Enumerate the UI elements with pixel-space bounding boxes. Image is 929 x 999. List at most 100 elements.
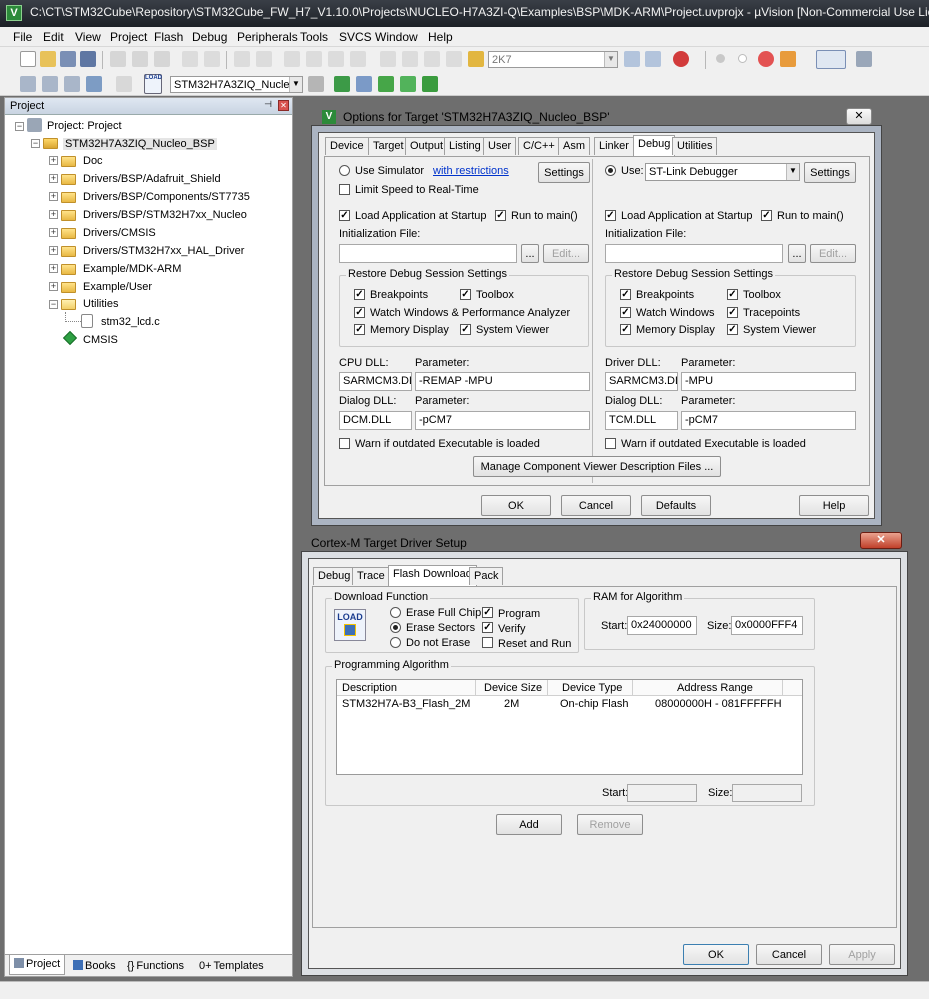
sim-dialog-dll-input[interactable]: DCM.DLL [339, 411, 412, 430]
driver-apply-button[interactable]: Apply [829, 944, 895, 965]
pack-installer-icon[interactable] [378, 76, 394, 92]
tree-group-hal[interactable]: Drivers/STM32H7xx_HAL_Driver [83, 245, 244, 257]
next-bookmark-icon[interactable] [328, 51, 344, 67]
collapse-icon[interactable]: − [49, 300, 58, 309]
manage-rte-icon[interactable] [422, 76, 438, 92]
hw-init-file-input[interactable] [605, 244, 783, 263]
sim-edit-button[interactable]: Edit... [543, 244, 589, 263]
tab-flash-download[interactable]: Flash Download [388, 565, 477, 586]
tab-utilities[interactable]: Utilities [672, 137, 718, 155]
expand-icon[interactable]: + [49, 282, 58, 291]
erase-sectors-radio[interactable] [390, 622, 401, 633]
menu-tools[interactable]: Tools [300, 30, 328, 44]
menu-debug[interactable]: Debug [192, 30, 227, 44]
load-icon[interactable]: LOAD [144, 74, 162, 94]
col-description[interactable]: Description [342, 682, 397, 694]
tree-group-st7735[interactable]: Drivers/BSP/Components/ST7735 [83, 191, 250, 203]
nav-back-icon[interactable] [234, 51, 250, 67]
collapse-root-icon[interactable]: − [15, 122, 24, 131]
debugger-select[interactable]: ST-Link Debugger ▼ [645, 163, 800, 181]
algo-size-input[interactable] [732, 784, 802, 802]
tree-group-nucleo[interactable]: Drivers/BSP/STM32H7xx_Nucleo [83, 209, 247, 221]
tab-cpp[interactable]: C/C++ [518, 137, 560, 155]
sim-init-file-input[interactable] [339, 244, 517, 263]
hw-watch-checkbox[interactable]: ✓ [620, 307, 631, 318]
tree-group-utilities[interactable]: Utilities [83, 298, 118, 310]
kill-breakpoints-icon[interactable] [758, 51, 774, 67]
stop-build-icon[interactable] [116, 76, 132, 92]
expand-icon[interactable]: + [49, 192, 58, 201]
col-device-type[interactable]: Device Type [562, 682, 622, 694]
cpu-dll-input[interactable]: SARMCM3.DLL [339, 372, 412, 391]
target-combo[interactable]: STM32H7A3ZIQ_Nucleo_B ▼ [170, 76, 303, 93]
copy-icon[interactable] [132, 51, 148, 67]
verify-checkbox[interactable]: ✓ [482, 622, 493, 633]
tree-group-user[interactable]: Example/User [83, 281, 152, 293]
tab-debug-driver[interactable]: Debug [313, 567, 356, 585]
close-icon[interactable]: ✕ [846, 108, 872, 125]
menu-project[interactable]: Project [110, 30, 147, 44]
file-extensions-icon[interactable] [356, 76, 372, 92]
save-icon[interactable] [60, 51, 76, 67]
tab-output[interactable]: Output [405, 137, 449, 155]
erase-full-chip-radio[interactable] [390, 607, 401, 618]
new-file-icon[interactable] [20, 51, 36, 67]
target-options-icon[interactable] [308, 76, 324, 92]
tab-device[interactable]: Device [325, 137, 369, 155]
window-layout-icon[interactable] [816, 50, 846, 69]
hw-run-main-checkbox[interactable]: ✓ [761, 210, 772, 221]
driver-param-input[interactable]: -MPU [681, 372, 856, 391]
col-device-size[interactable]: Device Size [484, 682, 542, 694]
find-combo[interactable]: 2K7 ▼ [488, 51, 618, 68]
indent-icon[interactable] [380, 51, 396, 67]
tree-target[interactable]: STM32H7A3ZIQ_Nucleo_BSP [63, 138, 217, 150]
save-all-icon[interactable] [80, 51, 96, 67]
tab-templates[interactable]: 0+ Templates [195, 957, 268, 975]
tree-file-stm32-lcd[interactable]: stm32_lcd.c [101, 316, 160, 328]
hw-toolbox-checkbox[interactable]: ✓ [727, 289, 738, 300]
col-address-range[interactable]: Address Range [677, 682, 753, 694]
menu-view[interactable]: View [75, 30, 101, 44]
tab-functions[interactable]: {} Functions [123, 957, 188, 975]
comment-icon[interactable] [424, 51, 440, 67]
nav-forward-icon[interactable] [256, 51, 272, 67]
driver-ok-button[interactable]: OK [683, 944, 749, 965]
hw-breakpoints-checkbox[interactable]: ✓ [620, 289, 631, 300]
translate-icon[interactable] [20, 76, 36, 92]
unindent-icon[interactable] [402, 51, 418, 67]
options-defaults-button[interactable]: Defaults [641, 495, 711, 516]
enable-breakpoint-icon[interactable] [738, 54, 747, 63]
rebuild-icon[interactable] [64, 76, 80, 92]
expand-icon[interactable]: + [49, 246, 58, 255]
tree-group-cmsis[interactable]: Drivers/CMSIS [83, 227, 156, 239]
sim-watch-checkbox[interactable]: ✓ [354, 307, 365, 318]
configure-icon[interactable] [856, 51, 872, 67]
manage-component-viewer-button[interactable]: Manage Component Viewer Description File… [473, 456, 721, 477]
expand-icon[interactable]: + [49, 264, 58, 273]
tab-linker[interactable]: Linker [594, 137, 634, 155]
hw-system-viewer-checkbox[interactable]: ✓ [727, 324, 738, 335]
debugger-settings-button[interactable]: Settings [804, 162, 856, 183]
sim-load-app-checkbox[interactable]: ✓ [339, 210, 350, 221]
build-icon[interactable] [42, 76, 58, 92]
add-button[interactable]: Add [496, 814, 562, 835]
ram-size-input[interactable]: 0x0000FFF4 [731, 616, 803, 635]
menu-window[interactable]: Window [375, 30, 418, 44]
expand-icon[interactable]: + [49, 210, 58, 219]
options-help-button[interactable]: Help [799, 495, 869, 516]
redo-icon[interactable] [204, 51, 220, 67]
menu-help[interactable]: Help [428, 30, 453, 44]
menu-svcs[interactable]: SVCS [339, 30, 372, 44]
program-checkbox[interactable]: ✓ [482, 607, 493, 618]
sim-system-viewer-checkbox[interactable]: ✓ [460, 324, 471, 335]
hw-browse-button[interactable]: ... [788, 244, 806, 263]
incremental-find-icon[interactable] [645, 51, 661, 67]
cpu-param-input[interactable]: -REMAP -MPU [415, 372, 590, 391]
find-icon[interactable] [624, 51, 640, 67]
menu-peripherals[interactable]: Peripherals [237, 30, 298, 44]
sim-breakpoints-checkbox[interactable]: ✓ [354, 289, 365, 300]
hw-load-app-checkbox[interactable]: ✓ [605, 210, 616, 221]
hw-tracepoints-checkbox[interactable]: ✓ [727, 307, 738, 318]
use-debugger-radio[interactable] [605, 165, 616, 176]
options-cancel-button[interactable]: Cancel [561, 495, 631, 516]
